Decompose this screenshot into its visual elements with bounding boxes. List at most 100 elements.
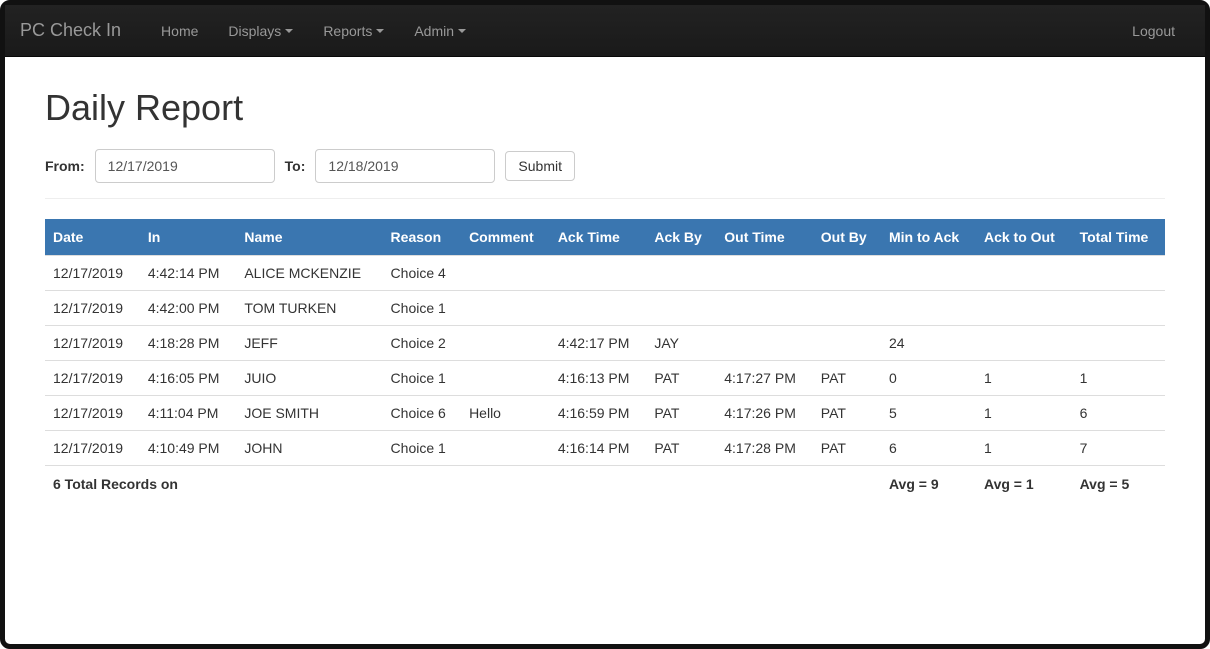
cell-out_time: 4:17:27 PM: [716, 361, 813, 396]
navbar: PC Check In HomeDisplays Reports Admin L…: [5, 5, 1205, 57]
cell-ack_to_out: [976, 326, 1072, 361]
footer-avg-ack-to-out: Avg = 1: [976, 466, 1072, 503]
table-header-row: DateInNameReasonCommentAck TimeAck ByOut…: [45, 219, 1165, 256]
cell-comment: [461, 291, 550, 326]
report-table: DateInNameReasonCommentAck TimeAck ByOut…: [45, 219, 1165, 502]
cell-name: JUIO: [236, 361, 382, 396]
cell-out_by: [813, 291, 881, 326]
cell-comment: [461, 326, 550, 361]
cell-ack_time: [550, 256, 647, 291]
cell-ack_time: 4:42:17 PM: [550, 326, 647, 361]
col-header: Out By: [813, 219, 881, 256]
cell-total_time: [1072, 326, 1165, 361]
cell-in: 4:16:05 PM: [140, 361, 237, 396]
cell-min_to_ack: 6: [881, 431, 976, 466]
nav-link-home[interactable]: Home: [146, 8, 213, 54]
cell-in: 4:42:14 PM: [140, 256, 237, 291]
cell-date: 12/17/2019: [45, 326, 140, 361]
cell-in: 4:11:04 PM: [140, 396, 237, 431]
cell-out_time: [716, 291, 813, 326]
cell-name: JOE SMITH: [236, 396, 382, 431]
cell-ack_by: PAT: [646, 361, 716, 396]
cell-ack_time: [550, 291, 647, 326]
col-header: Ack Time: [550, 219, 647, 256]
cell-min_to_ack: [881, 256, 976, 291]
cell-ack_by: [646, 291, 716, 326]
cell-ack_time: 4:16:13 PM: [550, 361, 647, 396]
submit-button[interactable]: Submit: [505, 151, 575, 181]
cell-name: ALICE MCKENZIE: [236, 256, 382, 291]
cell-out_time: [716, 256, 813, 291]
navbar-left: PC Check In HomeDisplays Reports Admin: [20, 5, 481, 56]
cell-ack_to_out: 1: [976, 396, 1072, 431]
cell-comment: Hello: [461, 396, 550, 431]
to-label: To:: [285, 158, 306, 174]
cell-comment: [461, 361, 550, 396]
to-date-input[interactable]: [315, 149, 495, 183]
table-footer-row: 6 Total Records on Avg = 9 Avg = 1 Avg =…: [45, 466, 1165, 503]
table-body: 12/17/20194:42:14 PMALICE MCKENZIEChoice…: [45, 256, 1165, 466]
logout-link[interactable]: Logout: [1117, 8, 1190, 54]
cell-reason: Choice 1: [383, 431, 462, 466]
cell-name: JEFF: [236, 326, 382, 361]
cell-total_time: [1072, 256, 1165, 291]
date-filter-form: From: To: Submit: [45, 149, 1165, 183]
cell-ack_by: JAY: [646, 326, 716, 361]
cell-date: 12/17/2019: [45, 291, 140, 326]
cell-min_to_ack: 24: [881, 326, 976, 361]
nav-link-displays[interactable]: Displays: [213, 8, 308, 54]
cell-ack_by: [646, 256, 716, 291]
cell-ack_by: PAT: [646, 396, 716, 431]
col-header: Min to Ack: [881, 219, 976, 256]
col-header: Date: [45, 219, 140, 256]
table-row: 12/17/20194:11:04 PMJOE SMITHChoice 6Hel…: [45, 396, 1165, 431]
cell-date: 12/17/2019: [45, 431, 140, 466]
cell-date: 12/17/2019: [45, 396, 140, 431]
col-header: Comment: [461, 219, 550, 256]
col-header: Name: [236, 219, 382, 256]
cell-total_time: 7: [1072, 431, 1165, 466]
cell-reason: Choice 1: [383, 361, 462, 396]
cell-out_by: [813, 256, 881, 291]
cell-total_time: [1072, 291, 1165, 326]
cell-ack_time: 4:16:59 PM: [550, 396, 647, 431]
from-date-input[interactable]: [95, 149, 275, 183]
cell-reason: Choice 4: [383, 256, 462, 291]
col-header: Ack By: [646, 219, 716, 256]
cell-out_time: 4:17:28 PM: [716, 431, 813, 466]
table-row: 12/17/20194:16:05 PMJUIOChoice 1 4:16:13 …: [45, 361, 1165, 396]
col-header: Out Time: [716, 219, 813, 256]
col-header: Total Time: [1072, 219, 1165, 256]
content: Daily Report From: To: Submit DateInName…: [5, 57, 1205, 522]
cell-out_by: PAT: [813, 431, 881, 466]
cell-date: 12/17/2019: [45, 361, 140, 396]
cell-in: 4:10:49 PM: [140, 431, 237, 466]
table-row: 12/17/20194:18:28 PMJEFFChoice 24:42:17 …: [45, 326, 1165, 361]
cell-out_time: 4:17:26 PM: [716, 396, 813, 431]
caret-down-icon: [458, 29, 466, 33]
cell-name: TOM TURKEN: [236, 291, 382, 326]
cell-ack_time: 4:16:14 PM: [550, 431, 647, 466]
from-label: From:: [45, 158, 85, 174]
cell-reason: Choice 1: [383, 291, 462, 326]
cell-total_time: 6: [1072, 396, 1165, 431]
cell-ack_to_out: 1: [976, 431, 1072, 466]
cell-ack_to_out: 1: [976, 361, 1072, 396]
nav-link-reports[interactable]: Reports: [308, 8, 399, 54]
cell-name: JOHN: [236, 431, 382, 466]
cell-min_to_ack: 5: [881, 396, 976, 431]
cell-comment: [461, 431, 550, 466]
cell-ack_to_out: [976, 256, 1072, 291]
nav-link-admin[interactable]: Admin: [399, 8, 481, 54]
footer-avg-min-to-ack: Avg = 9: [881, 466, 976, 503]
cell-date: 12/17/2019: [45, 256, 140, 291]
caret-down-icon: [376, 29, 384, 33]
cell-out_by: PAT: [813, 361, 881, 396]
cell-out_time: [716, 326, 813, 361]
cell-total_time: 1: [1072, 361, 1165, 396]
table-row: 12/17/20194:42:14 PMALICE MCKENZIEChoice…: [45, 256, 1165, 291]
col-header: Ack to Out: [976, 219, 1072, 256]
nav-links: HomeDisplays Reports Admin: [146, 8, 481, 54]
cell-ack_to_out: [976, 291, 1072, 326]
navbar-brand[interactable]: PC Check In: [20, 5, 136, 56]
